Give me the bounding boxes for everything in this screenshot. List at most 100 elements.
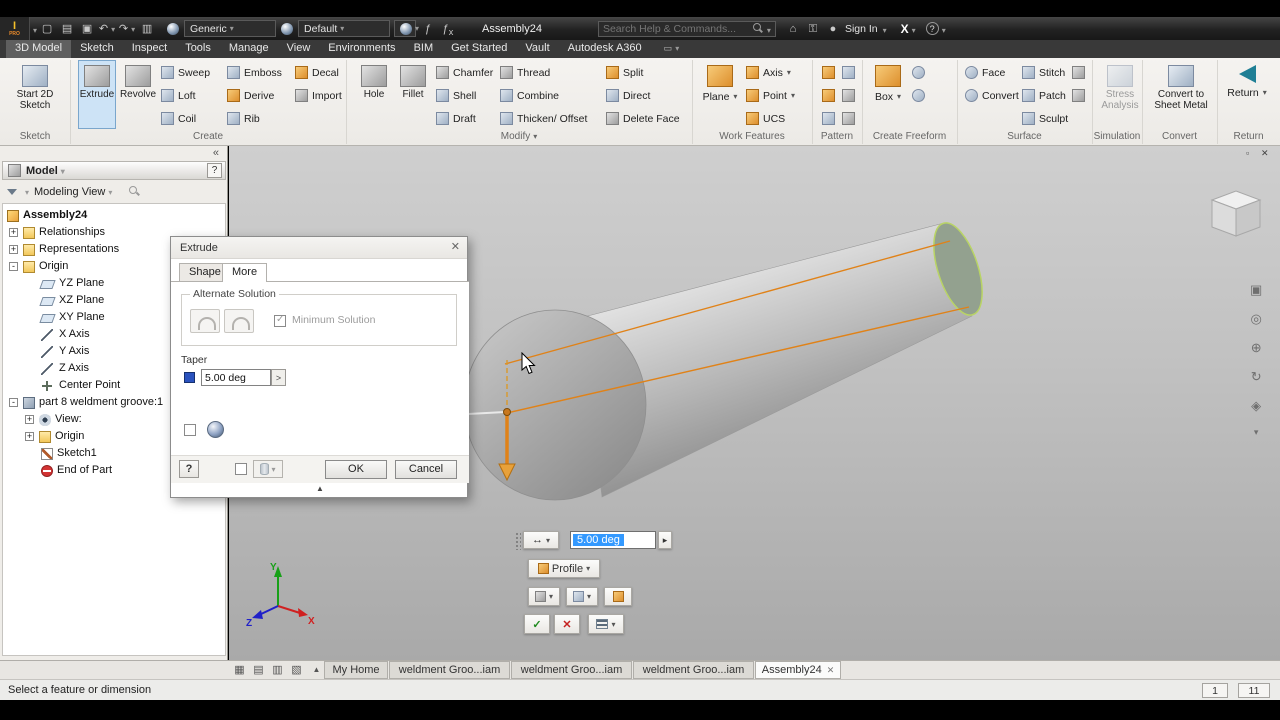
derive-button[interactable]: Derive: [227, 87, 274, 104]
circular-pattern-button[interactable]: [822, 87, 835, 104]
tree-expand-toggle[interactable]: -: [9, 262, 18, 271]
tree-item-label[interactable]: XY Plane: [59, 311, 105, 323]
flip-direction-button[interactable]: [604, 587, 632, 606]
alternate-solution-right-button[interactable]: [224, 309, 254, 333]
direct-button[interactable]: Direct: [606, 87, 650, 104]
loft-button[interactable]: Loft: [161, 87, 196, 104]
output-solid-dropdown-button[interactable]: ▾: [528, 587, 560, 606]
help-caret[interactable]: [939, 20, 946, 38]
split-button[interactable]: Split: [606, 64, 643, 81]
plane-button[interactable]: Plane: [700, 60, 740, 129]
view-cube[interactable]: [1204, 184, 1268, 248]
app-logo[interactable]: I PRO: [0, 17, 30, 40]
rib-button[interactable]: Rib: [227, 110, 260, 127]
tree-item-label[interactable]: Sketch1: [57, 447, 97, 459]
search-input[interactable]: [602, 22, 753, 35]
sketch-pattern-button[interactable]: [842, 64, 855, 81]
adjust-icon[interactable]: ƒ: [419, 21, 437, 37]
alternate-solution-left-button[interactable]: [190, 309, 220, 333]
exchange-apps-icon[interactable]: X: [901, 22, 909, 36]
tree-item-label[interactable]: View:: [55, 413, 82, 425]
nav-zoom-icon[interactable]: ⊕: [1250, 340, 1262, 356]
mirror-button[interactable]: [822, 110, 835, 127]
pattern-tool-button[interactable]: [842, 87, 855, 104]
filter-caret[interactable]: [22, 186, 29, 198]
nav-orbit-icon[interactable]: ↻: [1250, 369, 1262, 385]
preview-checkbox[interactable]: [235, 463, 247, 475]
tree-expand-toggle[interactable]: +: [25, 415, 34, 424]
draft-button[interactable]: Draft: [436, 110, 476, 127]
material-dropdown[interactable]: Generic: [184, 20, 277, 37]
dialog-tab-more[interactable]: More: [222, 263, 268, 282]
arrange-windows-icon4[interactable]: ▧: [288, 662, 305, 678]
tree-expand-toggle[interactable]: +: [9, 245, 18, 254]
view-filter-dropdown[interactable]: Modeling View: [34, 186, 112, 198]
arrange-windows-icon3[interactable]: ▥: [269, 662, 286, 678]
ok-button[interactable]: OK: [325, 460, 387, 479]
nav-steering-wheel-icon[interactable]: ◎: [1250, 311, 1262, 327]
browser-header[interactable]: Model: [2, 161, 226, 180]
tab-environments[interactable]: Environments: [319, 40, 404, 58]
search-caret[interactable]: [764, 20, 771, 38]
doc-tab-my-home[interactable]: My Home: [324, 661, 388, 679]
tab-vault[interactable]: Vault: [516, 40, 558, 58]
tree-item-label[interactable]: Relationships: [39, 226, 105, 238]
tab-sketch[interactable]: Sketch: [71, 40, 123, 58]
tab-view[interactable]: View: [278, 40, 320, 58]
undo-icon[interactable]: [98, 21, 116, 37]
browser-collapse-icon[interactable]: «: [213, 147, 219, 159]
browser-search-icon[interactable]: [129, 186, 140, 197]
help-icon[interactable]: ?: [925, 22, 939, 35]
tree-expand-toggle[interactable]: -: [9, 398, 18, 407]
cylinder-front-face[interactable]: [463, 309, 647, 501]
mini-toolbar-grip[interactable]: [514, 531, 521, 550]
freeform-sphere-button[interactable]: [912, 87, 925, 104]
dialog-collapse-handle[interactable]: [310, 484, 330, 496]
thread-button[interactable]: Thread: [500, 64, 550, 81]
tree-item-label[interactable]: Y Axis: [59, 345, 89, 357]
cylinder-body[interactable]: [579, 222, 973, 498]
sign-in-button[interactable]: Sign In: [845, 23, 878, 35]
new-file-icon[interactable]: [38, 21, 56, 37]
measure-icon[interactable]: ƒx: [439, 21, 457, 37]
coil-button[interactable]: Coil: [161, 110, 196, 127]
tab-tools[interactable]: Tools: [176, 40, 220, 58]
convert-to-sheet-metal-button[interactable]: Convert to Sheet Metal: [1152, 60, 1210, 129]
exchange-caret[interactable]: [909, 20, 916, 38]
open-file-icon[interactable]: [58, 21, 76, 37]
tab-3d-model[interactable]: 3D Model: [6, 40, 72, 58]
tree-item-label[interactable]: X Axis: [59, 328, 90, 340]
delete-face-button[interactable]: Delete Face: [606, 110, 680, 127]
print-icon[interactable]: [138, 21, 156, 37]
extrude-button[interactable]: Extrude: [78, 60, 116, 129]
tree-item-label[interactable]: End of Part: [57, 464, 112, 476]
sculpt-button[interactable]: Sculpt: [1022, 110, 1068, 127]
key-icon[interactable]: ⚿: [804, 21, 822, 37]
operation-dropdown-button[interactable]: ▾: [566, 587, 598, 606]
minimum-solution-checkbox[interactable]: [274, 314, 286, 327]
dialog-close-icon[interactable]: ✕: [451, 240, 460, 253]
freeform-box-button[interactable]: Box: [870, 60, 906, 129]
freeform-plane-button[interactable]: [912, 64, 925, 81]
taper-value-field[interactable]: 5.00 deg: [570, 531, 656, 549]
doc-restore-icon[interactable]: ▫: [1246, 148, 1249, 158]
dialog-help-button[interactable]: ?: [179, 460, 199, 478]
return-button[interactable]: Return: [1224, 60, 1270, 129]
tab-list-up-arrow[interactable]: ▲: [308, 662, 325, 678]
hole-button[interactable]: Hole: [356, 60, 392, 129]
ribbon-display-toggle-icon[interactable]: ▭: [659, 40, 685, 58]
options-list-button[interactable]: ▾: [588, 614, 624, 634]
preview-icon-button[interactable]: ▾: [253, 460, 283, 478]
tree-item-label[interactable]: Origin: [39, 260, 68, 272]
taper-input[interactable]: [201, 369, 271, 386]
doc-tab-weldment-1[interactable]: weldment Groo...iam: [389, 661, 510, 679]
shell-button[interactable]: Shell: [436, 87, 476, 104]
doc-close-icon[interactable]: ✕: [1261, 148, 1269, 159]
sign-in-caret[interactable]: [880, 20, 887, 38]
help-search-box[interactable]: [597, 20, 776, 38]
panel-label-modify[interactable]: Modify: [346, 131, 692, 144]
profile-dropdown-button[interactable]: Profile ▾: [528, 559, 600, 578]
nav-look-at-icon[interactable]: ◈: [1250, 398, 1262, 414]
tab-close-icon[interactable]: ✕: [827, 665, 835, 676]
pattern-tool2-button[interactable]: [842, 110, 855, 127]
